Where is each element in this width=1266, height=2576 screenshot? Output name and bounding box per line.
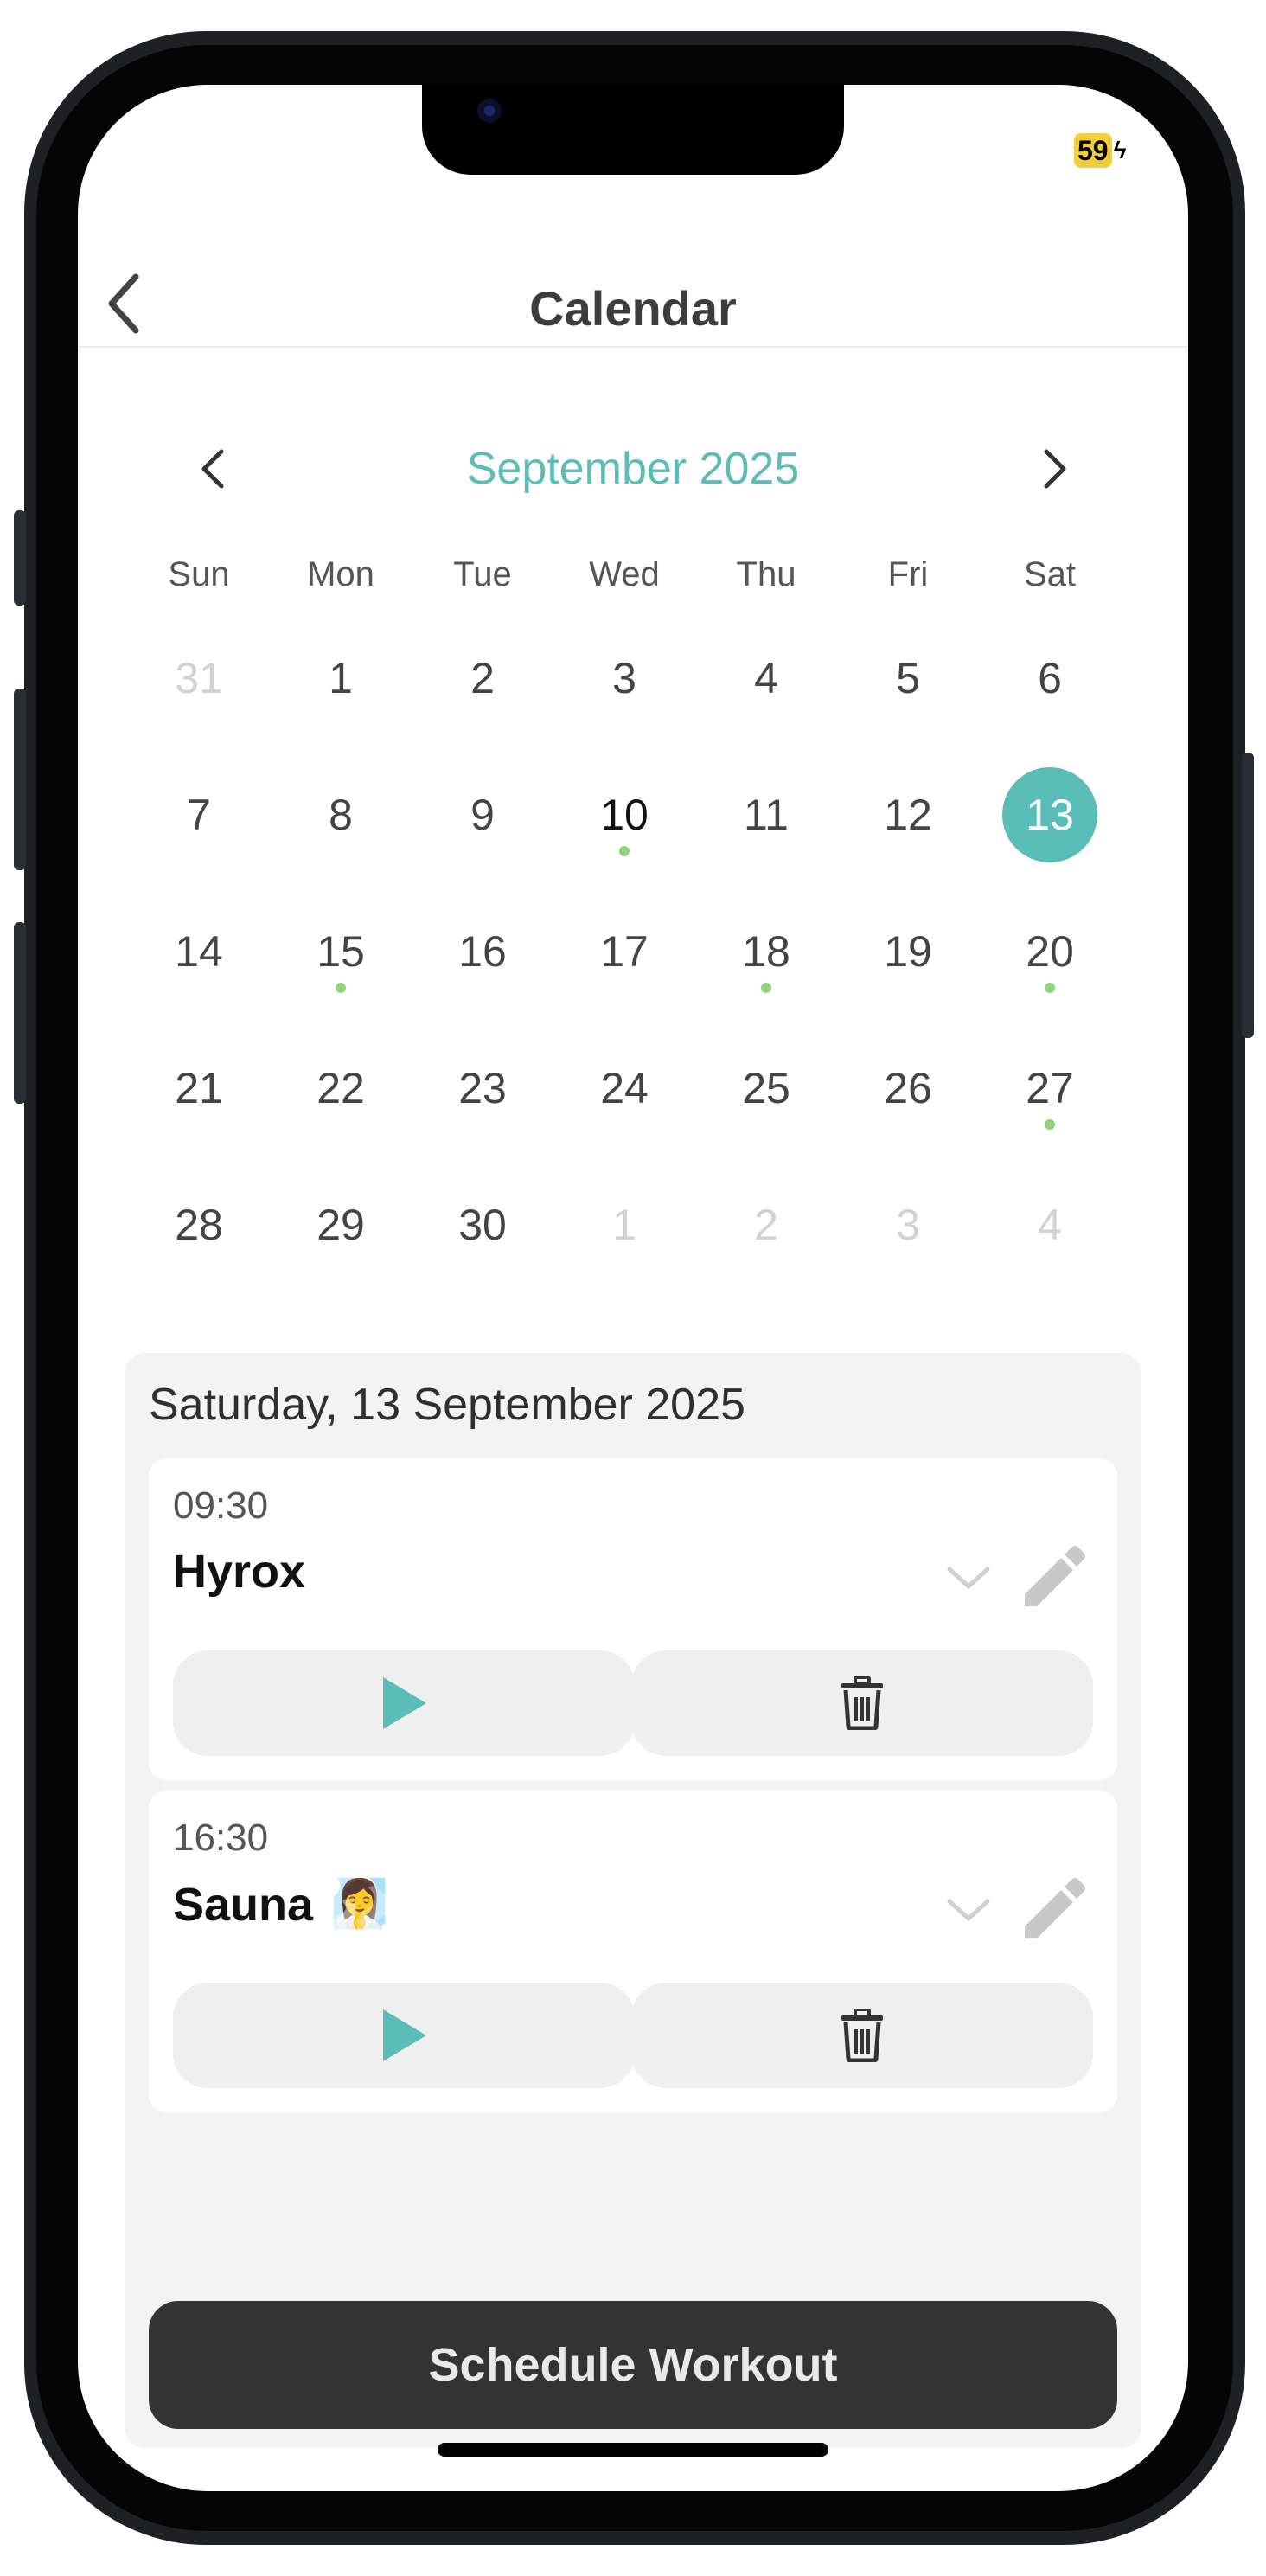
delete-workout-button[interactable] <box>631 1983 1093 2088</box>
workout-title: Sauna 🧖‍♀️ <box>173 1877 388 1932</box>
workout-title: Hyrox <box>173 1545 305 1599</box>
calendar-day[interactable]: 9 <box>435 767 530 862</box>
mute-switch <box>14 510 26 606</box>
calendar-day[interactable]: 7 <box>151 767 246 862</box>
workout-time: 09:30 <box>173 1484 269 1527</box>
workout-title-text: Hyrox <box>173 1546 306 1598</box>
sauna-person-icon: 🧖‍♀️ <box>330 1878 389 1930</box>
charging-bolt-icon: ϟ <box>1113 137 1127 163</box>
battery-level: 59 <box>1074 133 1112 168</box>
calendar-day[interactable]: 13 <box>1002 767 1097 862</box>
calendar-day[interactable]: 24 <box>577 1041 672 1136</box>
calendar-day[interactable]: 1 <box>293 631 388 726</box>
workout-title-text: Sauna <box>173 1878 314 1931</box>
weekday-label: Tue <box>453 555 512 593</box>
notch <box>422 85 844 175</box>
weekday-label: Wed <box>589 555 660 593</box>
event-dot <box>761 983 771 993</box>
calendar-day-other-month[interactable]: 2 <box>719 1177 814 1272</box>
calendar-day[interactable]: 3 <box>577 631 672 726</box>
workout-card[interactable]: 09:30 Hyrox <box>149 1458 1117 1780</box>
play-icon <box>383 2009 426 2061</box>
chevron-down-icon <box>947 1899 990 1921</box>
calendar-day-other-month[interactable]: 4 <box>1002 1177 1097 1272</box>
weekday-label: Fri <box>887 555 929 593</box>
volume-down-button <box>14 922 26 1104</box>
weekday-label: Sat <box>1023 555 1077 593</box>
calendar-day[interactable]: 19 <box>860 904 956 999</box>
weekday-label: Sun <box>168 555 230 593</box>
calendar-day[interactable]: 2 <box>435 631 530 726</box>
weekday-label: Mon <box>307 555 374 593</box>
event-dot <box>336 983 346 993</box>
delete-workout-button[interactable] <box>631 1650 1093 1756</box>
calendar-day[interactable]: 6 <box>1002 631 1097 726</box>
power-button <box>1242 753 1254 1038</box>
calendar-day[interactable]: 25 <box>719 1041 814 1136</box>
day-detail-panel: Saturday, 13 September 2025 09:30 Hyrox … <box>125 1353 1141 2448</box>
expand-button[interactable] <box>943 1552 994 1604</box>
calendar-day[interactable]: 16 <box>435 904 530 999</box>
calendar-day[interactable]: 21 <box>151 1041 246 1136</box>
calendar-day[interactable]: 11 <box>719 767 814 862</box>
calendar-day[interactable]: 28 <box>151 1177 246 1272</box>
calendar-day[interactable]: 22 <box>293 1041 388 1136</box>
app-screen: 59 ϟ Calendar September 2025 Sun Mon Tue We… <box>78 85 1188 2491</box>
play-icon <box>383 1677 426 1729</box>
header-divider <box>78 346 1188 348</box>
next-month-button[interactable] <box>1027 441 1083 497</box>
calendar-day[interactable]: 12 <box>860 767 956 862</box>
home-indicator <box>438 2443 828 2457</box>
calendar-day[interactable]: 26 <box>860 1041 956 1136</box>
calendar-day[interactable]: 23 <box>435 1041 530 1136</box>
weekday-label: Thu <box>736 555 796 593</box>
front-camera <box>477 99 502 123</box>
trash-icon <box>841 2009 883 2062</box>
workout-time: 16:30 <box>173 1817 269 1859</box>
calendar-day[interactable]: 8 <box>293 767 388 862</box>
pencil-icon <box>1025 1878 1085 1938</box>
month-label: September 2025 <box>466 444 800 494</box>
trash-icon <box>841 1676 883 1730</box>
selected-date-label: Saturday, 13 September 2025 <box>149 1380 745 1430</box>
event-dot <box>619 846 630 856</box>
calendar-day-other-month[interactable]: 1 <box>577 1177 672 1272</box>
calendar-day[interactable]: 4 <box>719 631 814 726</box>
workout-card[interactable]: 16:30 Sauna 🧖‍♀️ <box>149 1791 1117 2112</box>
event-dot <box>1045 1119 1055 1130</box>
calendar-day-other-month[interactable]: 31 <box>151 631 246 726</box>
volume-up-button <box>14 689 26 870</box>
event-dot <box>1045 983 1055 993</box>
pencil-icon <box>1025 1546 1085 1606</box>
page-title: Calendar <box>529 281 737 336</box>
calendar-day[interactable]: 30 <box>435 1177 530 1272</box>
calendar-day[interactable]: 17 <box>577 904 672 999</box>
calendar-day-other-month[interactable]: 3 <box>860 1177 956 1272</box>
battery-indicator: 59 ϟ <box>1074 133 1126 168</box>
start-workout-button[interactable] <box>173 1650 635 1756</box>
nav-header: Calendar <box>78 258 1188 348</box>
edit-button[interactable] <box>1013 1870 1091 1948</box>
calendar-day[interactable]: 29 <box>293 1177 388 1272</box>
calendar-day[interactable]: 5 <box>860 631 956 726</box>
chevron-right-icon <box>1044 449 1066 489</box>
edit-button[interactable] <box>1013 1538 1091 1616</box>
calendar-day[interactable]: 14 <box>151 904 246 999</box>
schedule-workout-button[interactable]: Schedule Workout <box>149 2301 1117 2429</box>
start-workout-button[interactable] <box>173 1983 635 2088</box>
chevron-down-icon <box>947 1567 990 1589</box>
expand-button[interactable] <box>943 1884 994 1936</box>
